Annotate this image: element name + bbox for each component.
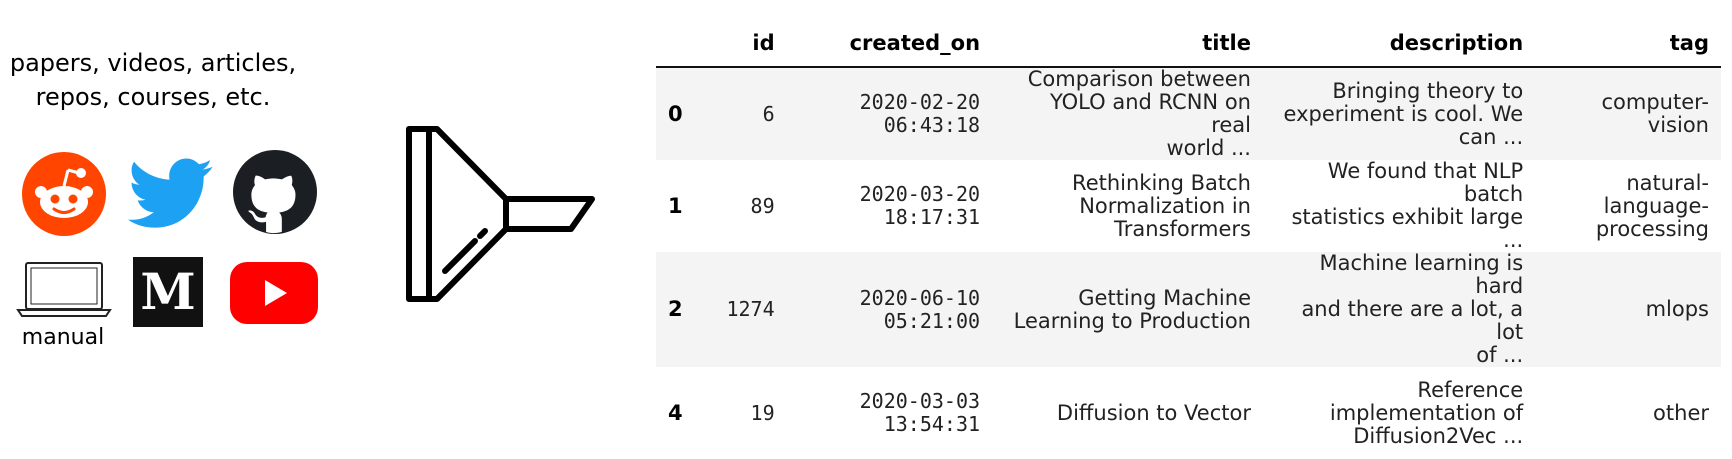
youtube-icon <box>230 262 318 324</box>
funnel-icon <box>406 126 595 302</box>
row-index: 2 <box>668 297 683 321</box>
twitter-icon <box>128 158 213 228</box>
header-index <box>656 20 713 67</box>
row-index: 0 <box>668 101 683 126</box>
header-created-on: created_on <box>849 30 981 55</box>
github-icon <box>233 150 317 234</box>
row-index: 4 <box>668 400 683 425</box>
table-row: 4 19 2020-03-03 13:54:31 Diffusion to Vec… <box>656 367 1721 459</box>
cell-created-on: 2020-02-20 06:43:18 <box>859 90 981 137</box>
table-row: 0 6 2020-02-20 06:43:18 Comparison betwee… <box>656 67 1721 160</box>
sources-caption: papers, videos, articles, repos, courses… <box>0 46 306 114</box>
manual-label: manual <box>21 325 105 350</box>
cell-title: Comparison between YOLO and RCNN on real w… <box>1027 67 1251 160</box>
cell-created-on: 2020-06-10 05:21:00 <box>859 285 981 333</box>
header-title: title <box>1202 30 1251 55</box>
cell-tag: mlops <box>1645 297 1709 321</box>
header-tag: tag <box>1669 30 1709 55</box>
cell-tag: other <box>1653 400 1709 425</box>
laptop-icon <box>16 262 112 317</box>
dataframe-table: id created_on title description tag 0 6 … <box>656 20 1721 459</box>
header-description: description <box>1389 30 1524 55</box>
cell-id: 89 <box>750 193 775 218</box>
cell-id: 19 <box>750 400 775 425</box>
reddit-icon <box>22 152 106 236</box>
cell-title: Getting Machine Learning to Production <box>1013 285 1251 333</box>
cell-id: 1274 <box>726 297 775 321</box>
cell-description: Machine learning is hard and there are a … <box>1301 251 1524 367</box>
cell-description: We found that NLP batch statistics exhibi… <box>1291 159 1524 252</box>
sources-caption-line2: repos, courses, etc. <box>35 83 271 111</box>
cell-tag: natural-language-processing <box>1595 170 1709 241</box>
table-row: 2 1274 2020-06-10 05:21:00 Getting Machin… <box>656 252 1721 367</box>
medium-letter: M <box>140 262 195 321</box>
header-id: id <box>752 30 775 55</box>
cell-created-on: 2020-03-03 13:54:31 <box>859 389 981 436</box>
table-header-row: id created_on title description tag <box>656 20 1721 67</box>
medium-icon: M <box>133 257 203 327</box>
cell-description: Reference implementation of Diffusion2Vec … <box>1329 377 1524 448</box>
cell-id: 6 <box>762 101 775 126</box>
cell-tag: computer-vision <box>1601 90 1709 137</box>
cell-created-on: 2020-03-20 18:17:31 <box>859 182 981 229</box>
row-index: 1 <box>668 193 683 218</box>
table-row: 1 89 2020-03-20 18:17:31 Rethinking Batch… <box>656 160 1721 252</box>
cell-title: Diffusion to Vector <box>1056 400 1251 425</box>
cell-description: Bringing theory to experiment is cool. We… <box>1283 78 1524 149</box>
cell-title: Rethinking Batch Normalization in Transfor… <box>1072 170 1251 241</box>
sources-caption-line1: papers, videos, articles, <box>9 49 297 77</box>
